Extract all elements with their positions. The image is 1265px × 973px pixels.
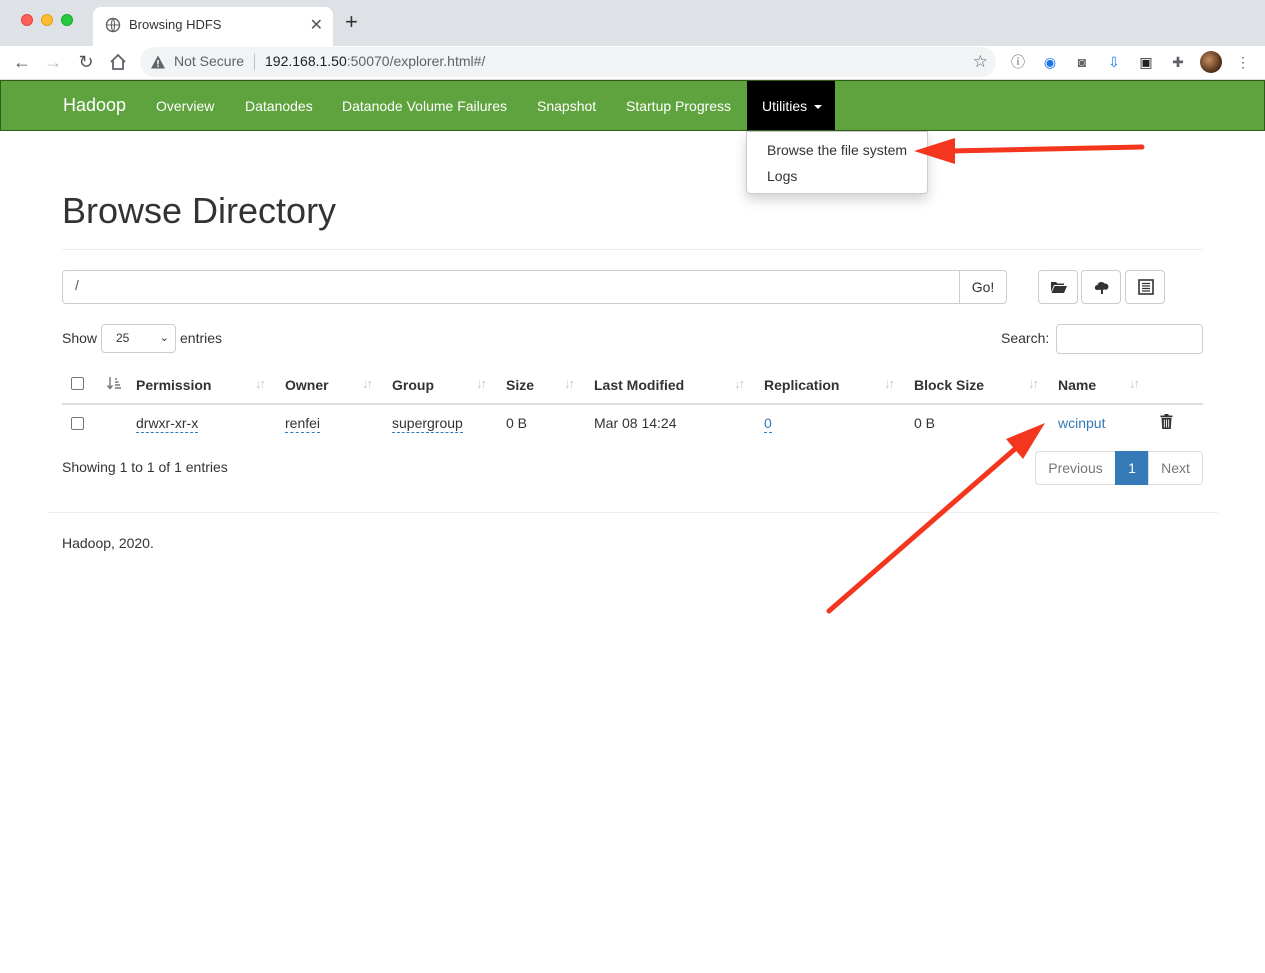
caret-down-icon — [814, 105, 822, 109]
nav-overview[interactable]: Overview — [156, 98, 214, 114]
close-window-button[interactable] — [21, 14, 33, 26]
nav-utilities-label: Utilities — [762, 98, 808, 114]
cut-paste-button[interactable] — [1125, 270, 1165, 304]
new-tab-icon[interactable]: + — [345, 11, 358, 33]
cell-block-size: 0 B — [914, 415, 936, 431]
nav-datanode-volume-failures[interactable]: Datanode Volume Failures — [342, 98, 507, 114]
create-directory-button[interactable] — [1038, 270, 1078, 304]
go-button[interactable]: Go! — [959, 270, 1007, 304]
sort-icon[interactable]: ↓↑ — [255, 376, 266, 391]
pagination-page-1[interactable]: 1 — [1115, 451, 1149, 485]
annotation-arrow-to-browse-menu — [914, 138, 1145, 164]
column-header-group[interactable]: Group — [392, 377, 434, 393]
close-tab-icon[interactable]: ✕ — [310, 15, 323, 35]
trash-icon[interactable] — [1160, 414, 1173, 429]
tab-title: Browsing HDFS — [129, 17, 222, 32]
show-label: Show — [62, 330, 98, 346]
cell-name-link[interactable]: wcinput — [1058, 415, 1105, 431]
tab-extension-icon[interactable]: ▣ — [1136, 52, 1156, 72]
list-alt-icon — [1138, 279, 1154, 295]
annotation-overlay — [826, 138, 1145, 614]
browser-toolbar: ← → ↻ Not Secure 192.168.1.50:50070/expl… — [0, 46, 1265, 80]
page-title: Browse Directory — [62, 190, 337, 231]
footer-divider — [48, 512, 1218, 513]
directory-path-input[interactable]: / — [62, 270, 960, 304]
column-header-last-modified[interactable]: Last Modified — [594, 377, 684, 393]
cell-owner[interactable]: renfei — [285, 415, 321, 433]
bookmark-star-icon[interactable]: ☆ — [973, 52, 988, 72]
url-separator — [254, 54, 255, 70]
nav-datanodes[interactable]: Datanodes — [245, 98, 313, 114]
cell-last-modified: Mar 08 14:24 — [594, 415, 677, 431]
warning-icon[interactable] — [150, 54, 166, 70]
search-input[interactable] — [1056, 324, 1203, 354]
row-checkbox[interactable] — [71, 417, 84, 430]
chevron-down-icon: ⌄ — [159, 332, 169, 344]
menu-kebab-icon[interactable]: ⋮ — [1233, 52, 1253, 72]
sort-icon[interactable]: ↓↑ — [734, 376, 745, 391]
upload-files-button[interactable] — [1081, 270, 1121, 304]
forward-icon[interactable]: → — [43, 52, 63, 72]
cell-size: 0 B — [506, 415, 528, 431]
info-extension-icon[interactable]: ⓘ — [1008, 52, 1028, 72]
entries-select-value: 25 — [116, 331, 130, 345]
minimize-window-button[interactable] — [41, 14, 53, 26]
pagination-next[interactable]: Next — [1148, 451, 1203, 485]
select-all-checkbox[interactable] — [71, 377, 84, 390]
search-label: Search: — [1001, 330, 1050, 346]
nav-snapshot[interactable]: Snapshot — [537, 98, 596, 114]
menu-item-browse-file-system[interactable]: Browse the file system — [767, 142, 907, 158]
back-icon[interactable]: ← — [12, 52, 32, 72]
cell-group[interactable]: supergroup — [392, 415, 463, 433]
globe-icon — [105, 17, 121, 33]
annotation-arrow-to-wcinput — [826, 423, 1045, 614]
navbar-brand[interactable]: Hadoop — [63, 95, 126, 116]
nav-utilities-dropdown[interactable]: Utilities — [747, 81, 835, 130]
title-divider — [62, 249, 1203, 250]
footer-text: Hadoop, 2020. — [62, 535, 154, 551]
cloud-upload-icon — [1094, 281, 1109, 294]
download-extension-icon[interactable]: ⇩ — [1104, 52, 1124, 72]
column-header-permission[interactable]: Permission — [136, 377, 211, 393]
cell-replication[interactable]: 0 — [764, 415, 772, 433]
password-extension-icon[interactable]: ◉ — [1040, 52, 1060, 72]
url-host: 192.168.1.50 — [265, 53, 347, 69]
security-label: Not Secure — [174, 53, 245, 69]
sort-asc-icon[interactable] — [106, 376, 122, 390]
menu-item-logs[interactable]: Logs — [767, 168, 797, 184]
url-path: :50070/explorer.html#/ — [346, 53, 486, 69]
column-header-name[interactable]: Name — [1058, 377, 1096, 393]
column-header-block-size[interactable]: Block Size — [914, 377, 984, 393]
table-info: Showing 1 to 1 of 1 entries — [62, 459, 228, 475]
camera-extension-icon[interactable]: ◙ — [1072, 52, 1092, 72]
cell-permission[interactable]: drwxr-xr-x — [136, 415, 199, 433]
pagination-previous[interactable]: Previous — [1035, 451, 1116, 485]
hadoop-navbar: Hadoop Overview Datanodes Datanode Volum… — [0, 80, 1265, 131]
sort-icon[interactable]: ↓↑ — [1028, 376, 1039, 391]
column-header-replication[interactable]: Replication — [764, 377, 839, 393]
entries-label: entries — [180, 330, 223, 346]
address-bar[interactable]: Not Secure 192.168.1.50:50070/explorer.h… — [140, 47, 996, 77]
column-header-size[interactable]: Size — [506, 377, 534, 393]
nav-startup-progress[interactable]: Startup Progress — [626, 98, 731, 114]
profile-avatar[interactable] — [1200, 51, 1222, 73]
puzzle-extensions-icon[interactable]: ✚ — [1168, 52, 1188, 72]
folder-open-icon — [1051, 282, 1067, 293]
table-header-divider — [62, 403, 1203, 405]
sort-icon[interactable]: ↓↑ — [362, 376, 373, 391]
sort-icon[interactable]: ↓↑ — [884, 376, 895, 391]
home-icon[interactable] — [108, 52, 128, 72]
reload-icon[interactable]: ↻ — [76, 52, 96, 72]
maximize-window-button[interactable] — [61, 14, 73, 26]
utilities-dropdown-menu: Browse the file system Logs — [746, 131, 928, 194]
entries-per-page-select[interactable]: 25 ⌄ — [101, 324, 176, 353]
sort-icon[interactable]: ↓↑ — [476, 376, 487, 391]
browser-tab-strip: Browsing HDFS ✕ + — [0, 0, 1265, 46]
sort-icon[interactable]: ↓↑ — [564, 376, 575, 391]
browser-tab[interactable]: Browsing HDFS ✕ — [93, 7, 333, 46]
sort-icon[interactable]: ↓↑ — [1129, 376, 1140, 391]
url-text[interactable]: 192.168.1.50:50070/explorer.html#/ — [265, 53, 485, 69]
column-header-owner[interactable]: Owner — [285, 377, 329, 393]
